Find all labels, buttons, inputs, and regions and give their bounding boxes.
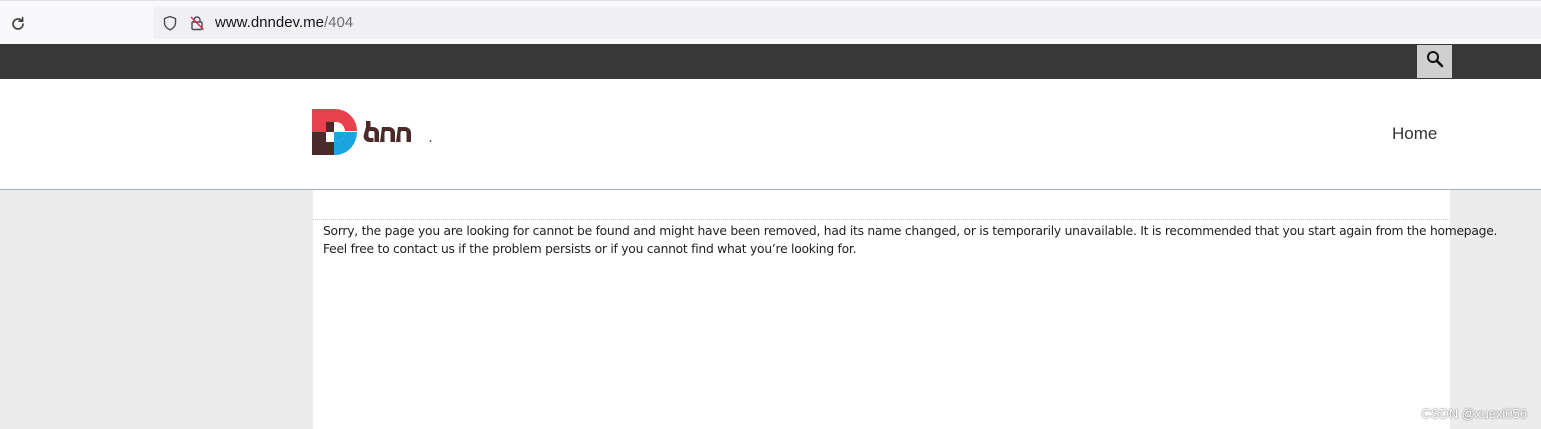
url-text[interactable]: www.dnndev.me/404 bbox=[215, 15, 353, 31]
search-button[interactable] bbox=[1417, 45, 1452, 78]
watermark: CSDN @xuexi056 bbox=[1421, 406, 1527, 421]
insecure-lock-icon[interactable] bbox=[189, 15, 205, 31]
url-path: /404 bbox=[323, 14, 354, 31]
url-host: www.dnndev.me bbox=[215, 14, 324, 31]
nav-home-link[interactable]: Home bbox=[1392, 124, 1437, 144]
divider bbox=[313, 219, 1450, 220]
search-icon bbox=[1426, 50, 1444, 73]
site-header: dnn Home bbox=[0, 79, 1541, 190]
content-pane: Sorry, the page you are looking for cann… bbox=[313, 190, 1498, 429]
browser-toolbar: www.dnndev.me/404 bbox=[0, 0, 1541, 44]
error-message-line-2: Feel free to contact us if the problem p… bbox=[323, 242, 857, 256]
dnn-logo[interactable]: dnn bbox=[312, 109, 434, 155]
site-top-bar bbox=[0, 44, 1541, 79]
reload-icon[interactable] bbox=[9, 15, 27, 33]
address-bar[interactable]: www.dnndev.me/404 bbox=[153, 7, 1541, 39]
shield-icon[interactable] bbox=[162, 15, 178, 31]
error-message: Sorry, the page you are looking for cann… bbox=[323, 222, 1498, 258]
error-message-line-1: Sorry, the page you are looking for cann… bbox=[323, 224, 1498, 238]
